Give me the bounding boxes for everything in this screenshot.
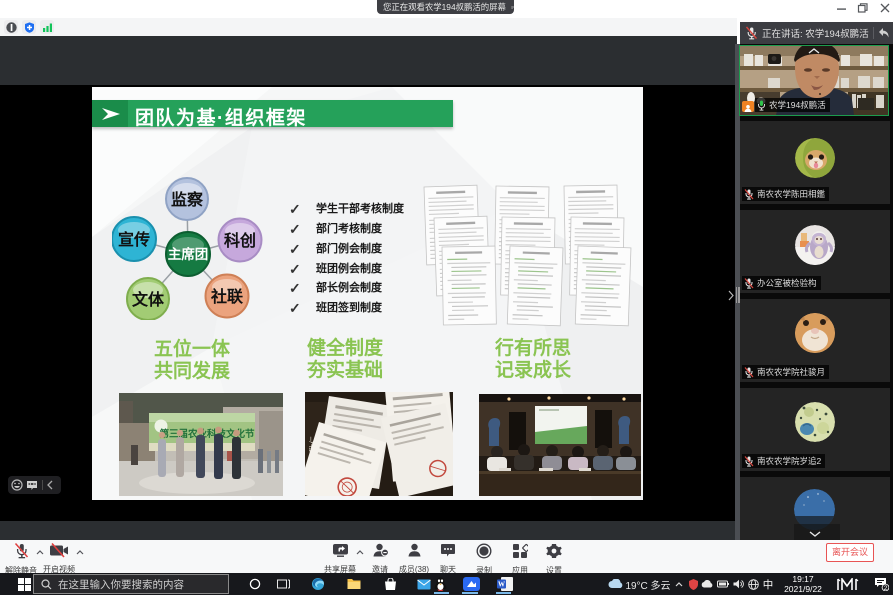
svg-text:监察: 监察 [171, 190, 204, 209]
svg-text:主席团: 主席团 [168, 246, 209, 262]
svg-text:2: 2 [883, 585, 887, 591]
svg-text:宣传: 宣传 [118, 230, 150, 249]
svg-text:科创: 科创 [224, 231, 256, 250]
svg-text:W: W [498, 581, 505, 589]
svg-text:社联: 社联 [210, 287, 243, 306]
svg-text:第三届农业科技文化节: 第三届农业科技文化节 [159, 428, 255, 440]
svg-text:文体: 文体 [132, 290, 165, 309]
